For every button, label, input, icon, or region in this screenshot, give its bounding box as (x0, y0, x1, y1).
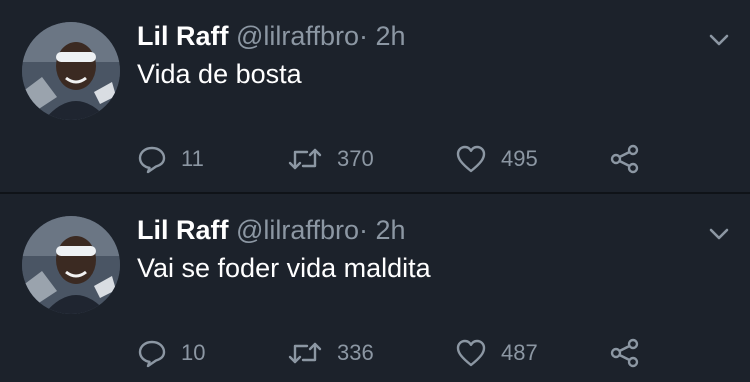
reply-count: 10 (181, 340, 206, 365)
reply-icon (138, 340, 166, 368)
reply-count: 11 (181, 146, 204, 171)
share-icon (610, 338, 639, 368)
reply-button[interactable]: 11 (137, 141, 204, 177)
avatar[interactable] (22, 22, 120, 120)
chevron-down-icon[interactable] (706, 30, 732, 50)
share-button[interactable] (609, 141, 641, 177)
retweet-icon (288, 342, 322, 364)
display-name[interactable]: Lil Raff (137, 215, 229, 245)
reply-button[interactable]: 10 (137, 335, 205, 371)
like-button[interactable]: 495 (455, 141, 538, 177)
tweet[interactable]: Lil Raff @lilraffbro· 2h Vai se foder vi… (0, 194, 750, 382)
user-handle[interactable]: @lilraffbro (236, 21, 359, 51)
tweet-header: Lil Raff @lilraffbro· 2h (137, 213, 406, 247)
like-icon (456, 339, 486, 367)
tweet-actions: 11 370 495 (137, 141, 657, 177)
timestamp[interactable]: 2h (375, 21, 405, 51)
avatar-image (22, 22, 120, 120)
timestamp[interactable]: 2h (375, 215, 405, 245)
tweet-text: Vida de bosta (137, 59, 302, 89)
retweet-count: 336 (337, 340, 374, 365)
tweet-actions: 10 336 487 (137, 335, 657, 371)
tweet-header: Lil Raff @lilraffbro· 2h (137, 19, 406, 53)
retweet-count: 370 (337, 146, 374, 171)
reply-icon (138, 146, 166, 174)
separator-dot: · (358, 215, 368, 245)
display-name[interactable]: Lil Raff (137, 21, 229, 51)
retweet-icon (288, 148, 322, 170)
share-icon (610, 144, 639, 174)
chevron-down-icon[interactable] (706, 224, 732, 244)
avatar[interactable] (22, 216, 120, 314)
retweet-button[interactable]: 370 (287, 141, 374, 177)
like-icon (456, 145, 486, 173)
tweet-feed: Lil Raff @lilraffbro· 2h Vida de bosta 1… (0, 0, 750, 382)
share-button[interactable] (609, 335, 641, 371)
separator-dot: · (358, 21, 368, 51)
like-count: 487 (501, 340, 538, 365)
tweet[interactable]: Lil Raff @lilraffbro· 2h Vida de bosta 1… (0, 0, 750, 193)
tweet-text: Vai se foder vida maldita (137, 253, 431, 283)
retweet-button[interactable]: 336 (287, 335, 374, 371)
like-button[interactable]: 487 (455, 335, 538, 371)
like-count: 495 (501, 146, 538, 171)
avatar-image (22, 216, 120, 314)
user-handle[interactable]: @lilraffbro (236, 215, 359, 245)
